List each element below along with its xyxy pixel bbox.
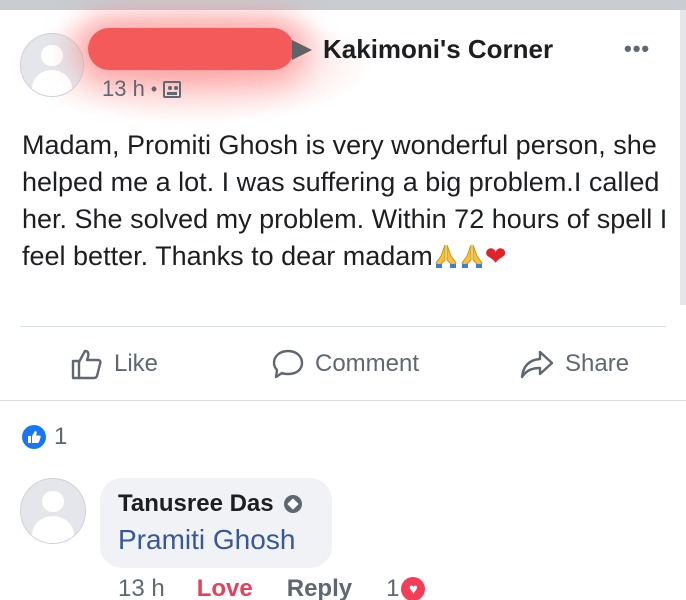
member-badge-icon — [283, 495, 302, 513]
meta-separator: • — [150, 78, 158, 99]
share-button[interactable]: Share — [519, 345, 629, 383]
mentioned-person-link[interactable]: Pramiti Ghosh — [118, 524, 295, 556]
reaction-summary[interactable]: 1 — [22, 423, 67, 451]
love-reaction-button[interactable]: Love — [197, 575, 253, 600]
like-button[interactable]: Like — [70, 345, 158, 383]
actions-divider — [0, 400, 686, 401]
comment-label: Comment — [315, 350, 420, 377]
more-options-icon[interactable]: ••• — [624, 36, 650, 62]
commenter-avatar[interactable] — [20, 478, 86, 544]
red-heart-emoji-icon: ❤ — [484, 241, 507, 271]
post-divider — [20, 326, 666, 327]
triangle-arrow-icon — [292, 40, 312, 60]
love-reaction-icon: ♥ — [401, 577, 426, 600]
reply-button[interactable]: Reply — [287, 575, 352, 600]
share-label: Share — [565, 350, 630, 377]
speech-bubble-icon — [272, 349, 304, 379]
redacted-author-name — [88, 28, 294, 70]
commenter-name[interactable]: Tanusree Das — [118, 490, 274, 518]
group-name-link[interactable]: Kakimoni's Corner — [323, 34, 553, 65]
comment-button[interactable]: Comment — [271, 345, 419, 383]
comment-reaction-count: 1 — [386, 575, 400, 600]
post-body-text: Madam, Promiti Ghosh is very wonderful p… — [22, 130, 668, 271]
comment-actions: 13 h Love Reply 1 ♥ — [118, 575, 426, 600]
commenter-row: Tanusree Das — [118, 490, 302, 518]
comment-reaction-summary[interactable]: 1 ♥ — [386, 575, 426, 600]
like-reaction-icon — [22, 425, 46, 449]
post-text: Madam, Promiti Ghosh is very wonderful p… — [22, 127, 672, 275]
post-meta: 13 h • — [102, 76, 182, 102]
members-privacy-icon — [163, 80, 182, 98]
folded-hands-emoji-icon — [435, 244, 457, 268]
post-time[interactable]: 13 h — [102, 76, 145, 102]
scroll-edge[interactable] — [680, 10, 686, 305]
author-avatar[interactable] — [20, 33, 84, 97]
like-label: Like — [114, 350, 159, 377]
folded-hands-emoji-icon — [461, 244, 483, 268]
share-arrow-icon — [520, 350, 554, 379]
top-strip — [0, 0, 686, 10]
reaction-count: 1 — [54, 423, 68, 450]
comment-time[interactable]: 13 h — [118, 575, 165, 600]
thumbs-up-icon — [71, 349, 102, 380]
facebook-post-screenshot: Kakimoni's Corner ••• 13 h • Madam, Prom… — [0, 0, 686, 600]
